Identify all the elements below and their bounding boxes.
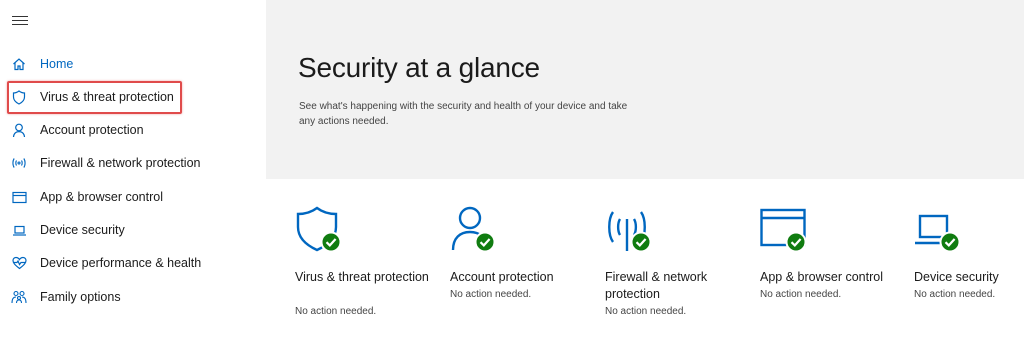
browser-check-icon	[760, 205, 816, 255]
laptop-icon	[10, 222, 28, 238]
sidebar-item-family-options[interactable]: Family options	[0, 282, 266, 312]
sidebar-item-label: Home	[40, 57, 74, 71]
tile-title: App & browser control	[760, 270, 883, 284]
home-icon	[10, 56, 28, 72]
sidebar-item-virus-threat-protection[interactable]: Virus & threat protection	[0, 82, 266, 112]
tile-title: Device security	[914, 270, 999, 284]
shield-icon	[10, 89, 28, 105]
sidebar-item-label: Account protection	[40, 123, 144, 137]
laptop-check-icon	[914, 205, 970, 255]
hero-banner: Security at a glance See what's happenin…	[266, 0, 1024, 179]
sidebar-item-label: Virus & threat protection	[40, 90, 174, 104]
heart-icon	[10, 255, 28, 271]
sidebar-item-label: App & browser control	[40, 190, 163, 204]
sidebar-item-device-security[interactable]: Device security	[0, 215, 266, 245]
tile-title: Account protection	[450, 270, 554, 284]
tile-status: No action needed.	[914, 289, 996, 300]
tile-status: No action needed.	[450, 289, 532, 300]
antenna-check-icon	[605, 205, 661, 255]
person-check-icon	[450, 205, 506, 255]
tile-status: No action needed.	[605, 306, 687, 317]
sidebar-item-home[interactable]: Home	[0, 49, 266, 79]
person-icon	[10, 122, 28, 138]
sidebar-item-label: Family options	[40, 290, 121, 304]
shield-check-icon	[295, 205, 351, 255]
hamburger-menu-icon[interactable]	[12, 13, 28, 27]
browser-window-icon	[10, 189, 28, 205]
sidebar-item-account-protection[interactable]: Account protection	[0, 115, 266, 145]
tile-title: Virus & threat protection	[295, 270, 429, 284]
tile-title: Firewall & network protection	[605, 270, 708, 301]
antenna-icon	[10, 155, 28, 171]
sidebar-item-app-browser-control[interactable]: App & browser control	[0, 182, 266, 212]
sidebar-item-firewall-network-protection[interactable]: Firewall & network protection	[0, 148, 266, 178]
sidebar-item-device-performance-health[interactable]: Device performance & health	[0, 248, 266, 278]
page-title: Security at a glance	[298, 52, 540, 83]
sidebar-item-label: Device performance & health	[40, 256, 202, 270]
sidebar-item-label: Firewall & network protection	[40, 156, 201, 170]
tile-status: No action needed.	[295, 306, 377, 317]
sidebar-item-label: Device security	[40, 223, 125, 237]
family-icon	[10, 289, 28, 305]
page-subtitle: See what's happening with the security a…	[299, 101, 628, 127]
tile-status: No action needed.	[760, 289, 842, 300]
sidebar: Home Virus & threat protection Account p…	[0, 0, 266, 360]
